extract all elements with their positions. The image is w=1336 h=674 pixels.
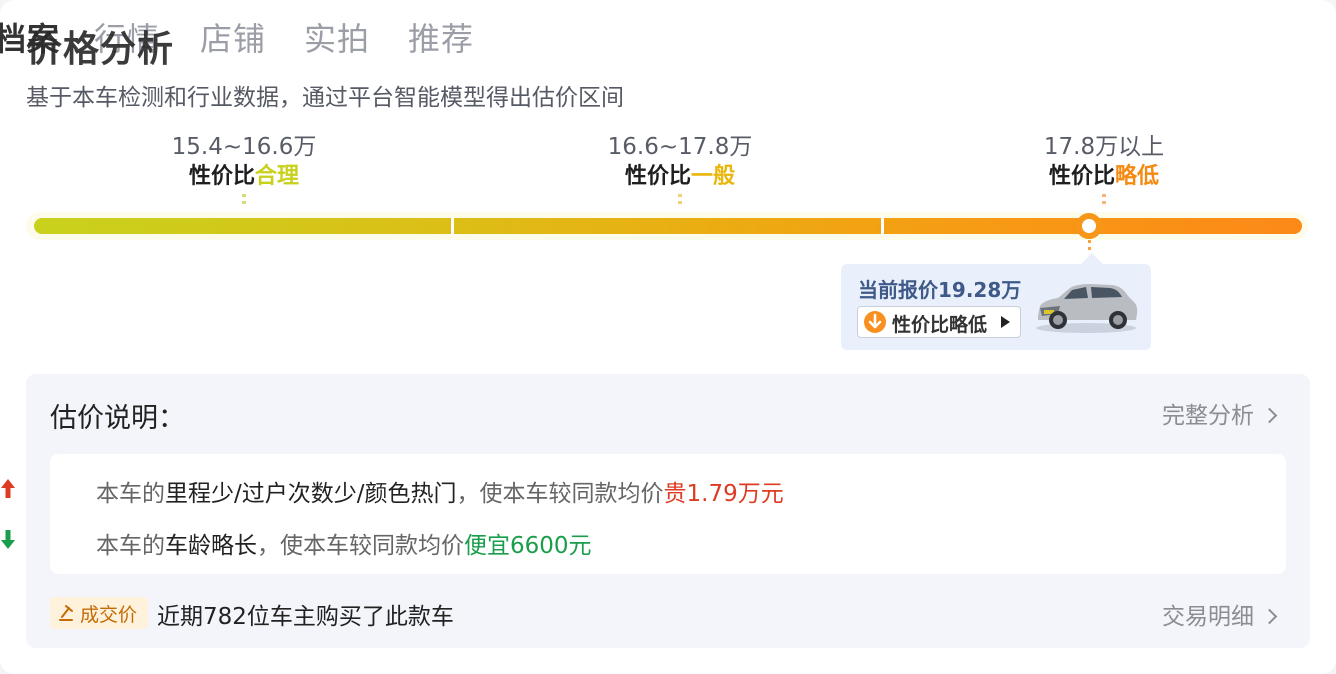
- transaction-details-label: 交易明细: [1162, 604, 1254, 630]
- reason-prefix: 本车的: [96, 481, 165, 507]
- full-analysis-link[interactable]: 完整分析: [1162, 396, 1278, 430]
- explanation-title: 估价说明：: [50, 403, 185, 434]
- reason-highlight: 里程少/过户次数少/颜色热门: [165, 481, 457, 507]
- bar-divider: [451, 216, 454, 236]
- segment-tag: 性价比一般: [560, 162, 800, 192]
- deal-price-badge: 成交价: [50, 597, 148, 629]
- value-rating-label: 性价比略低: [892, 314, 988, 336]
- segment-low: 17.8万以上 性价比略低: [984, 132, 1224, 192]
- section-title: 价格分析: [26, 29, 175, 70]
- segment-range: 17.8万以上: [1043, 134, 1165, 160]
- segment-tag-word: 合理: [255, 164, 300, 189]
- tab-photos[interactable]: 实拍: [304, 14, 370, 60]
- segment-average: 16.6~17.8万 性价比一般: [560, 132, 800, 192]
- arrow-down-icon: [0, 528, 18, 552]
- arrow-up-icon: [0, 476, 18, 500]
- hammer-icon: [57, 603, 77, 627]
- popover-arrow: [1081, 253, 1103, 264]
- section-subtitle: 基于本车检测和行业数据，通过平台智能模型得出估价区间: [26, 85, 624, 111]
- reason-highlight: 车龄略长: [165, 533, 257, 559]
- tab-store[interactable]: 店铺: [200, 14, 266, 60]
- segment-tag-prefix: 性价比: [188, 164, 255, 189]
- segment-tag: 性价比略低: [984, 162, 1224, 192]
- bar-divider: [881, 216, 884, 236]
- price-analysis-card: 档案 行情 店铺 实拍 推荐 价格分析 基于本车检测和行业数据，通过平台智能模型…: [0, 0, 1336, 674]
- reason-middle: ，使本车较同款均价: [456, 481, 664, 507]
- car-thumbnail: [1030, 276, 1142, 334]
- current-price-marker: [1076, 213, 1102, 239]
- down-arrow-icon: [864, 311, 886, 333]
- segment-tag-word: 略低: [1115, 164, 1160, 189]
- tab-recommend[interactable]: 推荐: [408, 14, 474, 60]
- reason-middle: ，使本车较同款均价: [257, 533, 464, 559]
- segment-tag: 性价比合理: [124, 162, 364, 192]
- segment-tag-prefix: 性价比: [624, 164, 691, 189]
- segment-pointer-dots: [678, 194, 682, 206]
- price-bar: [34, 218, 1302, 234]
- reason-delta: 便宜6600元: [464, 533, 592, 559]
- transaction-details-link[interactable]: 交易明细: [1162, 597, 1278, 631]
- reason-prefix: 本车的: [96, 533, 165, 559]
- segment-reasonable: 15.4~16.6万 性价比合理: [124, 132, 364, 192]
- segment-tag-prefix: 性价比: [1048, 164, 1115, 189]
- caret-right-icon: [1001, 316, 1010, 328]
- deal-summary: 近期782位车主购买了此款车: [157, 604, 454, 630]
- chevron-right-icon: [1261, 407, 1278, 424]
- segment-pointer-dots: [242, 194, 246, 206]
- value-rating-button[interactable]: 性价比略低: [857, 306, 1021, 338]
- reason-delta: 贵1.79万元: [663, 481, 784, 507]
- segment-range: 15.4~16.6万: [171, 134, 317, 160]
- reason-text-down: 本车的车龄略长，使本车较同款均价便宜6600元: [96, 526, 592, 560]
- deal-badge-label: 成交价: [80, 604, 138, 626]
- reason-text-up: 本车的里程少/过户次数少/颜色热门，使本车较同款均价贵1.79万元: [96, 474, 784, 508]
- chevron-right-icon: [1261, 608, 1278, 625]
- segment-tag-word: 一般: [691, 164, 736, 189]
- segment-pointer-dots: [1102, 194, 1106, 206]
- marker-pointer-dots: [1088, 240, 1091, 254]
- full-analysis-label: 完整分析: [1162, 403, 1254, 429]
- current-price-text: 当前报价19.28万: [858, 278, 1022, 302]
- segment-range: 16.6~17.8万: [607, 134, 753, 160]
